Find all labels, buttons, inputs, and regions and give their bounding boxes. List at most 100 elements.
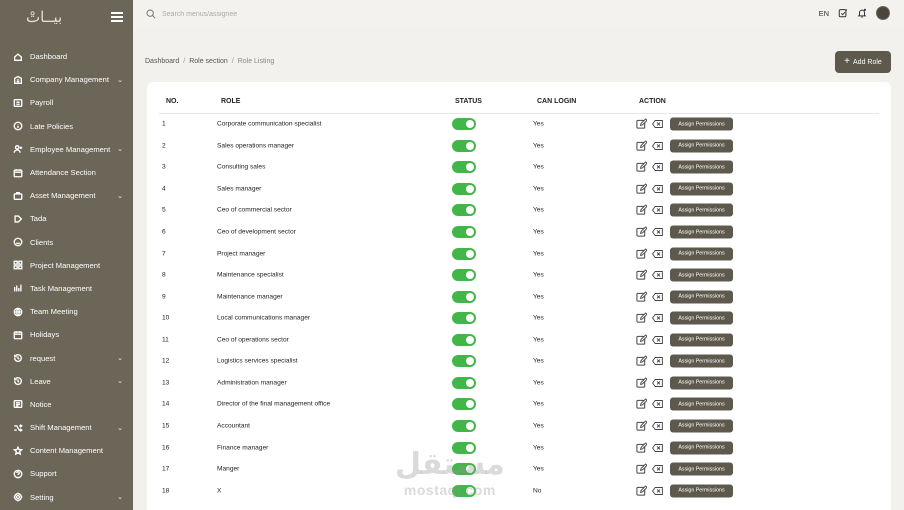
edit-icon[interactable]: [636, 248, 647, 259]
sidebar-item-asset-management[interactable]: Asset Management ⌄: [0, 184, 133, 207]
status-toggle[interactable]: [452, 312, 476, 325]
brand-logo[interactable]: بيــاتْ: [26, 8, 62, 26]
delete-icon[interactable]: [652, 486, 663, 495]
delete-icon[interactable]: [652, 120, 663, 129]
assign-permissions-button[interactable]: Assign Permissions: [670, 419, 733, 433]
edit-icon[interactable]: [636, 118, 647, 130]
sidebar-item-attendance-section[interactable]: Attendance Section: [0, 161, 133, 184]
delete-icon[interactable]: [652, 184, 663, 193]
assign-permissions-button[interactable]: Assign Permissions: [670, 139, 733, 153]
delete-icon[interactable]: [652, 335, 663, 344]
delete-icon[interactable]: [652, 163, 663, 172]
edit-icon[interactable]: [636, 183, 647, 194]
assign-permissions-button[interactable]: Assign Permissions: [670, 290, 733, 304]
sidebar-item-company-management[interactable]: Company Management ⌄: [0, 68, 133, 91]
add-role-button[interactable]: + Add Role: [835, 51, 891, 73]
status-toggle[interactable]: [452, 441, 476, 454]
delete-icon[interactable]: [652, 292, 663, 301]
status-toggle[interactable]: [452, 484, 476, 497]
edit-icon[interactable]: [636, 442, 647, 453]
status-toggle[interactable]: [452, 161, 476, 174]
edit-icon[interactable]: [636, 161, 647, 173]
chevron-down-icon[interactable]: ⌄: [117, 354, 123, 362]
sidebar-item-dashboard[interactable]: Dashboard: [0, 45, 133, 68]
edit-icon[interactable]: [636, 485, 647, 496]
chevron-down-icon[interactable]: ⌄: [117, 377, 123, 385]
chevron-down-icon[interactable]: ⌄: [117, 192, 123, 200]
delete-icon[interactable]: [652, 271, 663, 280]
assign-permissions-button[interactable]: Assign Permissions: [670, 268, 733, 282]
search-icon[interactable]: [146, 9, 156, 19]
sidebar-item-payroll[interactable]: Payroll: [0, 91, 133, 114]
delete-icon[interactable]: [652, 378, 663, 387]
edit-icon[interactable]: [636, 140, 647, 151]
breadcrumb-item[interactable]: Dashboard: [145, 58, 179, 65]
menu-toggle-icon[interactable]: [111, 11, 123, 22]
assign-permissions-button[interactable]: Assign Permissions: [670, 225, 733, 239]
status-toggle[interactable]: [452, 139, 476, 152]
chevron-down-icon[interactable]: ⌄: [117, 424, 123, 432]
assign-permissions-button[interactable]: Assign Permissions: [670, 354, 733, 368]
status-toggle[interactable]: [452, 333, 476, 346]
assign-permissions-button[interactable]: Assign Permissions: [670, 160, 733, 174]
chevron-down-icon[interactable]: ⌄: [117, 493, 123, 501]
chevron-down-icon[interactable]: ⌄: [117, 145, 123, 153]
delete-icon[interactable]: [652, 465, 663, 474]
delete-icon[interactable]: [652, 206, 663, 215]
status-toggle[interactable]: [452, 204, 476, 217]
sidebar-item-holidays[interactable]: Holidays: [0, 323, 133, 346]
user-avatar[interactable]: [876, 6, 890, 20]
assign-permissions-button[interactable]: Assign Permissions: [670, 311, 733, 325]
breadcrumb-item[interactable]: Role section: [189, 58, 228, 65]
sidebar-item-team-meeting[interactable]: Team Meeting: [0, 300, 133, 323]
status-toggle[interactable]: [452, 118, 476, 131]
status-toggle[interactable]: [452, 269, 476, 282]
sidebar-item-request[interactable]: request ⌄: [0, 346, 133, 369]
edit-icon[interactable]: [636, 398, 647, 410]
assign-permissions-button[interactable]: Assign Permissions: [670, 117, 733, 131]
delete-icon[interactable]: [652, 357, 663, 366]
checklist-icon[interactable]: [838, 8, 848, 18]
edit-icon[interactable]: [636, 269, 647, 281]
status-toggle[interactable]: [452, 398, 476, 411]
sidebar-item-project-management[interactable]: Project Management: [0, 254, 133, 277]
status-toggle[interactable]: [452, 419, 476, 432]
sidebar-item-shift-management[interactable]: Shift Management ⌄: [0, 416, 133, 439]
assign-permissions-button[interactable]: Assign Permissions: [670, 462, 733, 476]
status-toggle[interactable]: [452, 247, 476, 260]
edit-icon[interactable]: [636, 226, 647, 238]
assign-permissions-button[interactable]: Assign Permissions: [670, 247, 733, 261]
sidebar-item-task-management[interactable]: Task Management: [0, 277, 133, 300]
edit-icon[interactable]: [636, 204, 647, 216]
sidebar-item-late-policies[interactable]: Late Policies: [0, 115, 133, 138]
edit-icon[interactable]: [636, 420, 647, 431]
assign-permissions-button[interactable]: Assign Permissions: [670, 441, 733, 454]
sidebar-item-tada[interactable]: Tada: [0, 207, 133, 230]
delete-icon[interactable]: [652, 314, 663, 323]
assign-permissions-button[interactable]: Assign Permissions: [670, 203, 733, 217]
status-toggle[interactable]: [452, 182, 476, 195]
status-toggle[interactable]: [452, 355, 476, 368]
delete-icon[interactable]: [652, 249, 663, 258]
sidebar-item-leave[interactable]: Leave ⌄: [0, 370, 133, 393]
chevron-down-icon[interactable]: ⌄: [117, 76, 123, 84]
status-toggle[interactable]: [452, 376, 476, 389]
delete-icon[interactable]: [652, 141, 663, 150]
edit-icon[interactable]: [636, 463, 647, 475]
assign-permissions-button[interactable]: Assign Permissions: [670, 397, 733, 411]
sidebar-item-content-management[interactable]: Content Management: [0, 439, 133, 462]
sidebar-item-support[interactable]: Support: [0, 462, 133, 485]
edit-icon[interactable]: [636, 312, 647, 324]
sidebar-item-notice[interactable]: Notice: [0, 393, 133, 416]
status-toggle[interactable]: [452, 226, 476, 238]
sidebar-item-employee-management[interactable]: Employee Management ⌄: [0, 138, 133, 161]
assign-permissions-button[interactable]: Assign Permissions: [670, 182, 733, 196]
edit-icon[interactable]: [636, 291, 647, 302]
status-toggle[interactable]: [452, 463, 476, 476]
delete-icon[interactable]: [652, 421, 663, 430]
status-toggle[interactable]: [452, 290, 476, 303]
delete-icon[interactable]: [652, 228, 663, 237]
search-input[interactable]: [162, 10, 362, 18]
edit-icon[interactable]: [636, 355, 647, 367]
edit-icon[interactable]: [636, 334, 647, 345]
